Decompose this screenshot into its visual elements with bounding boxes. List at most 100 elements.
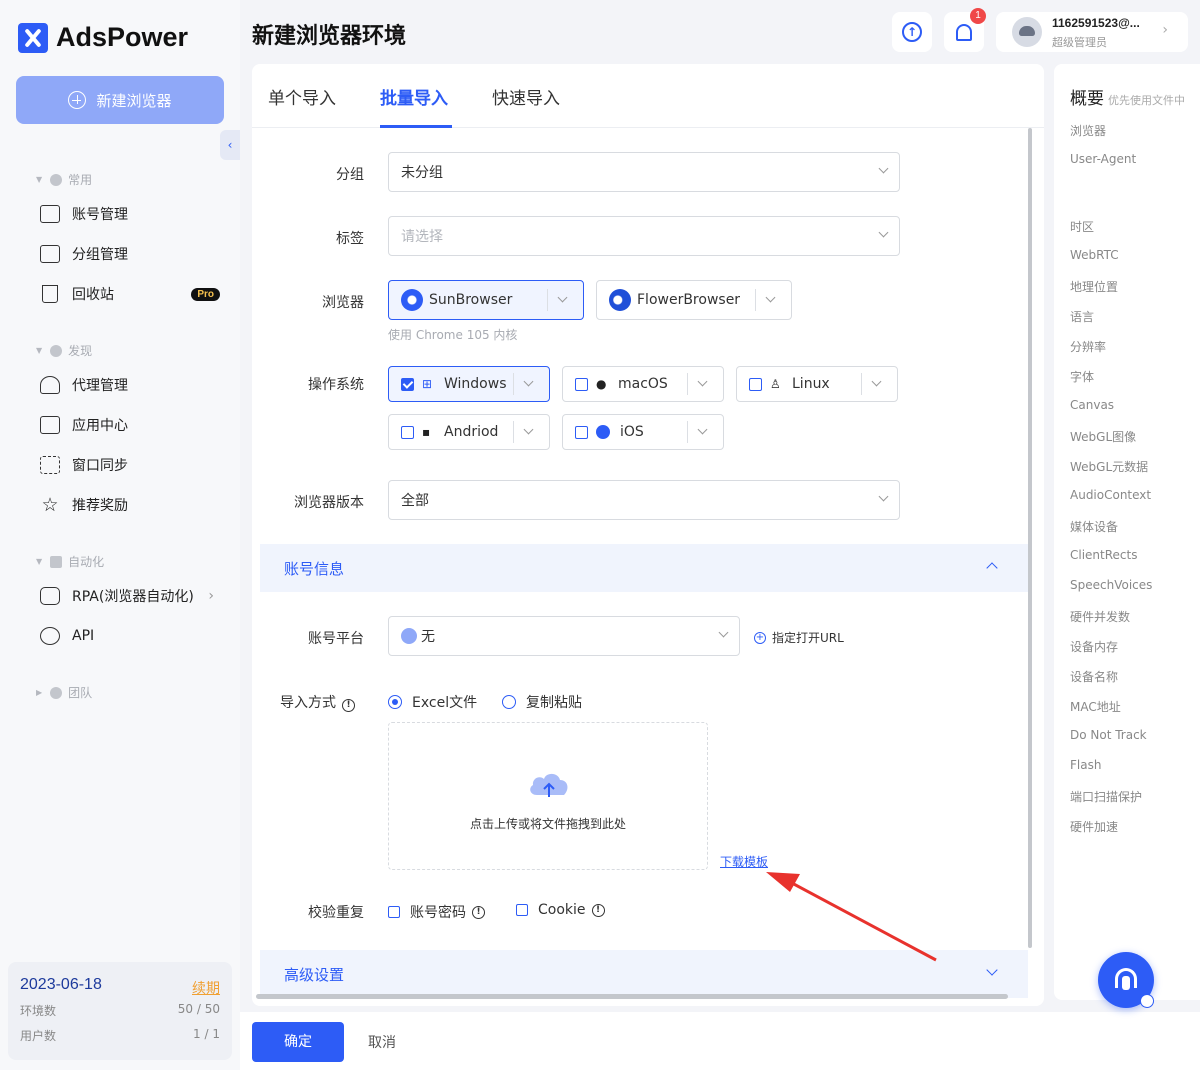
os-name: Windows [444,376,507,392]
dedupe-account-password-checkbox[interactable]: 账号密码 ! [388,902,485,922]
sidebar-item-proxy[interactable]: 代理管理 [40,371,224,399]
overview-item: 设备名称 [1070,670,1119,684]
sidebar-item-accounts[interactable]: 账号管理 [40,200,224,228]
puzzle-icon [40,416,60,434]
flow-icon [50,555,63,568]
overview-title-text: 概要 [1070,89,1104,109]
checkbox-icon [388,906,400,918]
overview-item: 设备内存 [1070,640,1119,654]
file-upload-dropzone[interactable]: 点击上传或将文件拖拽到此处 [388,722,708,870]
browser-option-sunbrowser[interactable]: SunBrowser [388,280,584,320]
chevron-down-icon[interactable] [871,376,882,387]
info-icon[interactable]: ! [591,903,605,917]
tab-quick-import[interactable]: 快速导入 [492,84,560,109]
sidebar-item-api[interactable]: API [40,622,224,650]
tag-select[interactable]: 请选择 [388,216,900,256]
user-role: 超级管理员 [1052,36,1107,49]
os-option-android[interactable]: ▪ Andriod [388,414,550,450]
dedupe-cookie-checkbox[interactable]: Cookie ! [516,902,605,918]
tab-single-import[interactable]: 单个导入 [268,84,336,109]
renew-link[interactable]: 续期 [192,978,220,998]
section-discover[interactable]: ▼ 发现 [36,342,92,359]
tag-placeholder: 请选择 [401,229,443,245]
sidebar-item-groups[interactable]: 分组管理 [40,240,224,268]
divider [513,421,514,443]
os-option-ios[interactable]: iOS [562,414,724,450]
version-label: 浏览器版本 [294,495,364,511]
browser-name: FlowerBrowser [637,292,741,308]
chevron-right-icon: › [1162,22,1168,38]
new-browser-button[interactable]: 新建浏览器 [16,76,224,124]
notifications-button[interactable]: 1 [944,8,986,52]
overview-item: Canvas [1070,398,1115,412]
proxy-icon [40,376,60,394]
info-icon[interactable]: ! [472,905,485,919]
checkbox-icon [516,904,528,916]
user-menu[interactable]: 1162591523@... 超级管理员 › [996,12,1188,52]
version-select[interactable]: 全部 [388,480,900,520]
chevron-down-icon[interactable] [697,424,708,435]
checkbox-icon[interactable] [401,425,414,439]
section-title: 账号信息 [284,560,345,578]
section-team[interactable]: ▶ 团队 [36,684,92,701]
customer-support-button[interactable] [1098,952,1154,1008]
api-icon [40,627,60,645]
sidebar-item-rewards[interactable]: ☆ 推荐奖励 [40,491,224,519]
confirm-button[interactable]: 确定 [252,1022,344,1062]
trash-icon [42,285,58,303]
app-logo[interactable]: AdsPower [18,22,188,53]
sidebar-item-label: RPA(浏览器自动化) [72,589,194,605]
os-option-windows[interactable]: ⊞ Windows [388,366,550,402]
sidebar-item-trash[interactable]: 回收站 Pro [40,280,224,308]
vertical-scrollbar[interactable] [1028,128,1032,948]
checkbox-checked-icon[interactable] [401,377,414,391]
chevron-down-icon[interactable] [557,292,568,303]
checkbox-icon[interactable] [749,377,762,391]
chevron-down-icon[interactable] [523,424,534,435]
checkbox-label: Cookie [538,902,586,918]
add-open-url-button[interactable]: + 指定打开URL [754,629,844,646]
import-excel-radio[interactable]: Excel文件 [388,692,477,712]
section-common[interactable]: ▼ 常用 [36,171,92,188]
os-name: Linux [792,376,830,392]
tab-active-indicator [380,125,452,128]
radio-label: 复制粘贴 [526,695,582,711]
horizontal-scrollbar[interactable] [256,994,1008,999]
os-option-macos[interactable]: ● macOS [562,366,724,402]
collapse-sidebar-button[interactable]: ‹ [220,130,240,160]
chevron-down-icon[interactable] [697,376,708,387]
chevron-down-icon[interactable] [765,292,776,303]
group-select[interactable]: 未分组 [388,152,900,192]
import-tabs: 单个导入 批量导入 快速导入 [252,64,1044,128]
overview-item: 硬件并发数 [1070,610,1131,624]
section-label: 发现 [68,344,93,358]
compass-icon [50,344,63,357]
section-automation[interactable]: ▼ 自动化 [36,553,104,570]
robot-icon [40,587,60,605]
checkbox-icon[interactable] [575,425,588,439]
overview-panel: 概要 优先使用文件中 浏览器 User-Agent 时区 WebRTC 地理位置 … [1054,64,1200,1000]
chevron-down-icon[interactable] [523,376,534,387]
browser-option-flowerbrowser[interactable]: FlowerBrowser [596,280,792,320]
adspower-logo-icon [18,22,48,53]
avatar [1012,17,1042,47]
sidebar-item-window-sync[interactable]: 窗口同步 [40,451,224,479]
sidebar-item-label: 分组管理 [72,247,128,263]
dedupe-label: 校验重复 [308,905,364,921]
sidebar-item-rpa[interactable]: RPA(浏览器自动化) › [40,582,224,610]
overview-item: 硬件加速 [1070,820,1119,834]
tab-batch-import[interactable]: 批量导入 [380,84,448,109]
sync-button[interactable]: ↑ [892,12,932,52]
info-icon[interactable]: ! [342,699,355,712]
cancel-button[interactable]: 取消 [368,1032,396,1052]
account-info-section-header[interactable]: 账号信息 [260,544,1028,592]
os-option-linux[interactable]: ♙ Linux [736,366,898,402]
advanced-settings-section-header[interactable]: 高级设置 [260,950,1028,998]
caret-right-icon: ▶ [36,688,43,697]
checkbox-icon[interactable] [575,377,588,391]
platform-select[interactable]: 无 [388,616,740,656]
radio-label: Excel文件 [412,695,478,711]
import-paste-radio[interactable]: 复制粘贴 [502,692,582,712]
sidebar-item-app-center[interactable]: 应用中心 [40,411,224,439]
download-template-link[interactable]: 下载模板 [720,853,768,870]
